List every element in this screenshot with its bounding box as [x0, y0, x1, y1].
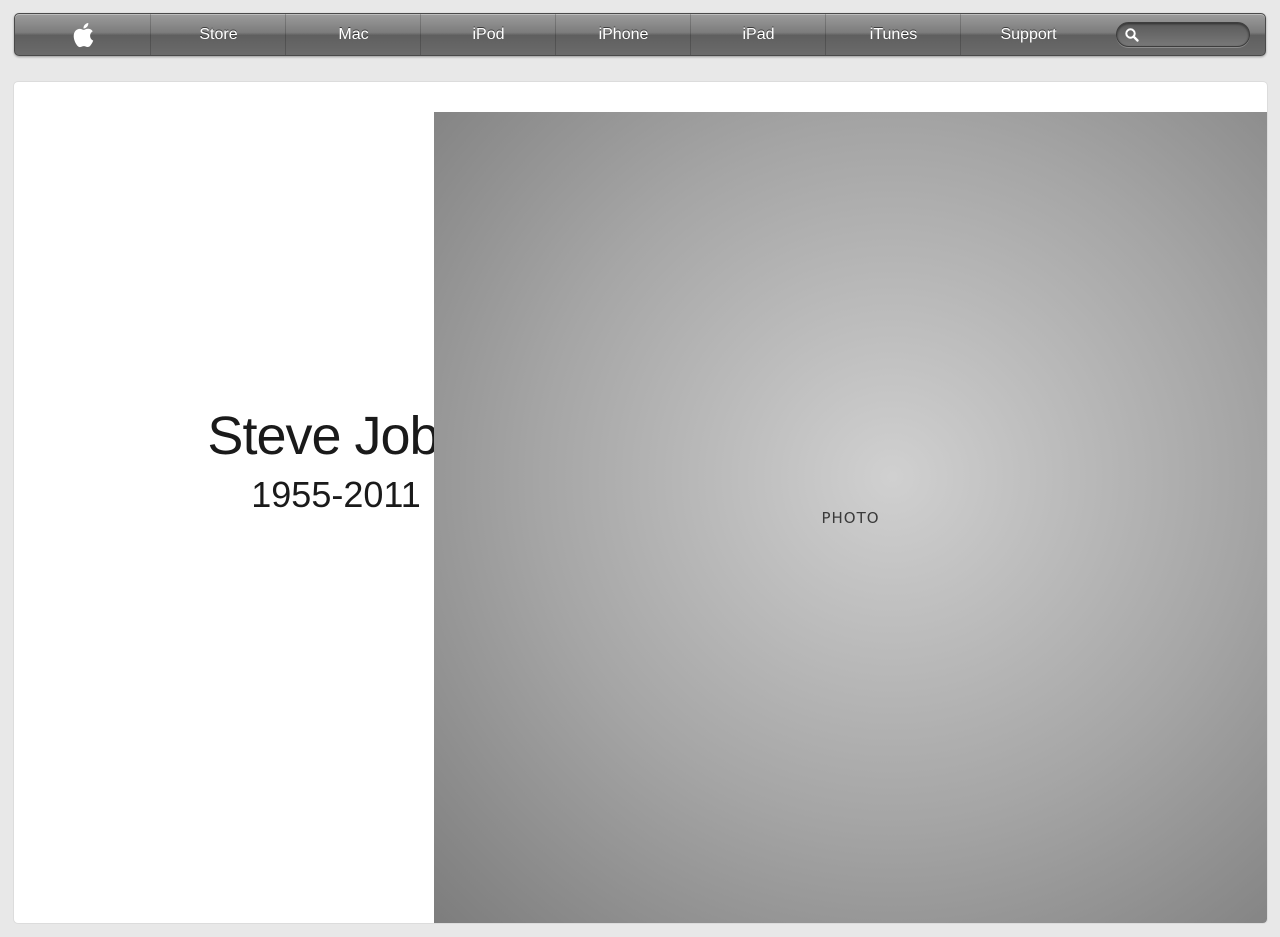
magnifier-icon: [1125, 27, 1139, 42]
nav-mac[interactable]: Mac: [285, 14, 421, 55]
nav-store[interactable]: Store: [150, 14, 286, 55]
nav-iphone[interactable]: iPhone: [555, 14, 691, 55]
nav-itunes[interactable]: iTunes: [825, 14, 961, 55]
global-nav: Store Mac iPod iPhone iPad iTunes Suppor…: [14, 13, 1266, 56]
memorial-hero: Steve Jobs 1955-2011 Photo: [14, 82, 1267, 923]
apple-logo-icon: [73, 22, 93, 47]
portrait-photo-placeholder: Photo: [434, 112, 1267, 923]
apple-logo-link[interactable]: [15, 14, 150, 55]
nav-ipod[interactable]: iPod: [420, 14, 556, 55]
nav-support[interactable]: Support: [960, 14, 1096, 55]
search-box[interactable]: [1116, 22, 1250, 47]
nav-ipad[interactable]: iPad: [690, 14, 826, 55]
search-input[interactable]: [1140, 27, 1244, 42]
placeholder-note: Photo: [821, 508, 880, 527]
